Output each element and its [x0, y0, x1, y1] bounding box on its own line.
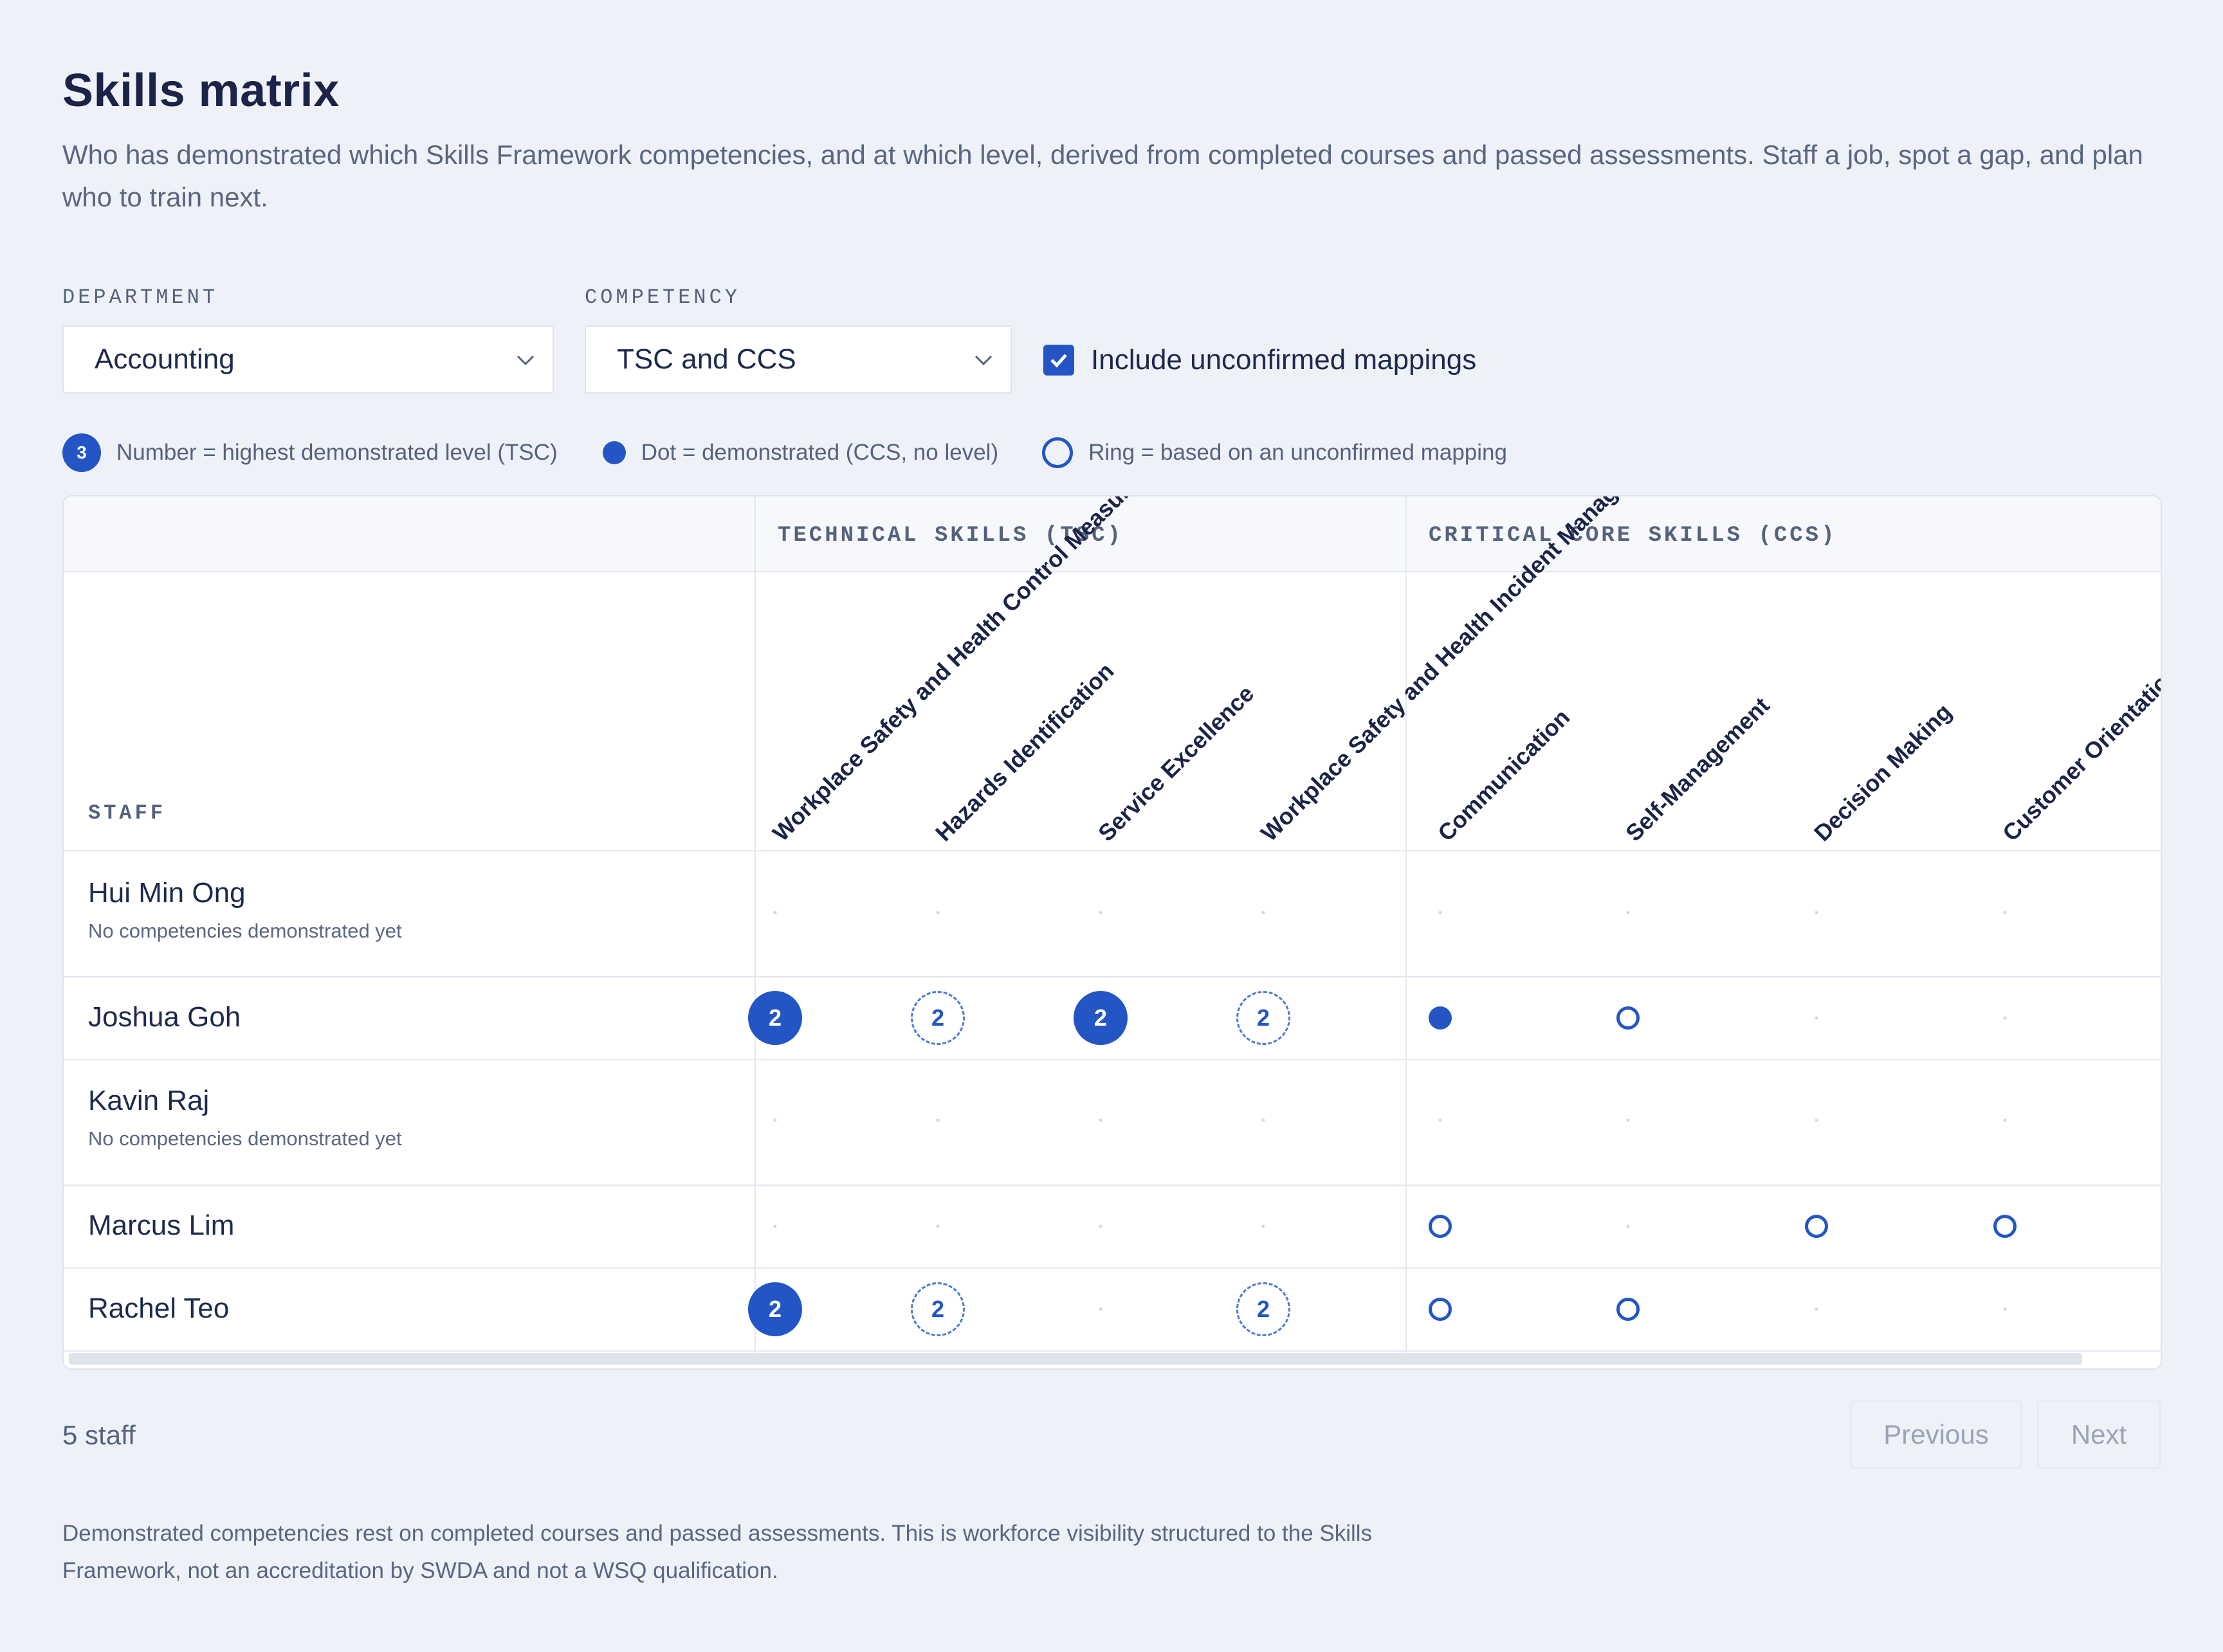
legend-ring-text: Ring = based on an unconfirmed mapping: [1088, 440, 1507, 465]
empty-marker: [773, 1118, 777, 1122]
include-unconfirmed-label: Include unconfirmed mappings: [1091, 344, 1477, 376]
empty-marker: [1626, 911, 1630, 914]
empty-marker: [1626, 1224, 1630, 1228]
competency-header[interactable]: Customer Orientation: [1997, 659, 2161, 846]
empty-marker: [936, 911, 940, 914]
legend-number: 3 Number = highest demonstrated level (T…: [62, 433, 558, 472]
empty-marker: [1099, 1307, 1102, 1311]
staff-status-note: No competencies demonstrated yet: [88, 1127, 402, 1150]
row-divider: [64, 850, 2161, 851]
level-badge: 2: [748, 1282, 802, 1336]
page-title: Skills matrix: [62, 65, 340, 116]
ccs-group-header: CRITICAL CORE SKILLS (CCS): [1429, 523, 1837, 548]
unconfirmed-level-badge: 2: [1236, 1282, 1290, 1336]
footnote: Demonstrated competencies rest on comple…: [62, 1521, 1373, 1583]
empty-marker: [773, 1224, 777, 1228]
row-divider: [64, 1267, 2161, 1269]
staff-row[interactable]: Rachel Teo 2 2 2: [64, 1267, 2161, 1350]
staff-name: Rachel Teo: [88, 1292, 230, 1324]
unconfirmed-ring-icon: [1805, 1214, 1828, 1238]
include-unconfirmed-checkbox[interactable]: [1043, 345, 1074, 376]
staff-name: Marcus Lim: [88, 1209, 235, 1241]
legend-number-text: Number = highest demonstrated level (TSC…: [116, 440, 558, 465]
page-description: Who has demonstrated which Skills Framew…: [62, 140, 2143, 212]
unconfirmed-level-badge: 2: [911, 1282, 965, 1336]
staff-name: Hui Min Ong: [88, 877, 246, 909]
empty-marker: [2003, 1307, 2007, 1311]
check-icon: [1050, 354, 1067, 368]
legend: 3 Number = highest demonstrated level (T…: [62, 433, 1507, 472]
chevron-down-icon: [974, 355, 993, 366]
previous-button[interactable]: Previous: [1851, 1401, 2022, 1469]
empty-marker: [2003, 911, 2007, 914]
empty-marker: [1099, 1118, 1102, 1122]
level-badge: 2: [748, 990, 802, 1045]
staff-row[interactable]: Marcus Lim: [64, 1185, 2161, 1267]
empty-marker: [1261, 1118, 1265, 1122]
competency-header[interactable]: Self-Management: [1620, 692, 1775, 846]
department-label: DEPARTMENT: [62, 286, 219, 309]
competency-header[interactable]: Communication: [1432, 704, 1575, 847]
unconfirmed-ring-icon: [1616, 1006, 1640, 1030]
department-value: Accounting: [95, 343, 235, 375]
unconfirmed-level-badge: 2: [1236, 990, 1290, 1045]
competency-header[interactable]: Decision Making: [1809, 698, 1957, 847]
empty-marker: [2003, 1118, 2007, 1122]
department-select[interactable]: Accounting: [62, 325, 554, 394]
next-button[interactable]: Next: [2037, 1401, 2161, 1469]
empty-marker: [936, 1118, 940, 1122]
competency-label: COMPETENCY: [585, 286, 741, 309]
row-divider: [64, 1059, 2161, 1060]
staff-count: 5 staff: [62, 1420, 136, 1450]
skills-matrix-table: TECHNICAL SKILLS (TSC) CRITICAL CORE SKI…: [62, 495, 2162, 1370]
competency-header[interactable]: Hazards Identification: [930, 657, 1119, 846]
competency-header[interactable]: Service Excellence: [1093, 680, 1259, 847]
empty-marker: [2003, 1016, 2007, 1019]
row-divider: [64, 976, 2161, 977]
unconfirmed-level-badge: 2: [911, 990, 965, 1045]
legend-number-badge: 3: [62, 433, 101, 472]
empty-marker: [1261, 911, 1265, 914]
staff-status-note: No competencies demonstrated yet: [88, 920, 402, 942]
empty-marker: [1438, 1118, 1442, 1122]
empty-marker: [936, 1224, 940, 1228]
chevron-down-icon: [517, 355, 535, 366]
legend-ring: Ring = based on an unconfirmed mapping: [1042, 437, 1507, 468]
filled-dot-icon: [602, 441, 626, 464]
empty-marker: [1815, 1307, 1818, 1311]
staff-row[interactable]: Hui Min Ong No competencies demonstrated …: [64, 851, 2161, 976]
horizontal-scrollbar[interactable]: [69, 1353, 2082, 1365]
empty-marker: [1815, 1118, 1818, 1122]
unconfirmed-ring-icon: [1993, 1214, 2017, 1238]
level-badge: 2: [1074, 990, 1128, 1045]
empty-marker: [1099, 1224, 1102, 1228]
empty-marker: [1438, 911, 1442, 914]
empty-marker: [1626, 1118, 1630, 1122]
include-unconfirmed-toggle[interactable]: Include unconfirmed mappings: [1043, 342, 1476, 378]
row-divider: [64, 1350, 2161, 1352]
unconfirmed-ring-icon: [1429, 1297, 1452, 1321]
staff-name: Joshua Goh: [88, 1001, 241, 1033]
unconfirmed-ring-icon: [1616, 1297, 1640, 1321]
staff-row[interactable]: Kavin Raj No competencies demonstrated ye…: [64, 1059, 2161, 1185]
empty-marker: [1815, 1016, 1818, 1019]
empty-marker: [1815, 911, 1818, 914]
competency-select[interactable]: TSC and CCS: [585, 325, 1012, 394]
ring-icon: [1042, 437, 1074, 468]
competency-value: TSC and CCS: [617, 343, 796, 375]
legend-dot-text: Dot = demonstrated (CCS, no level): [641, 440, 999, 465]
demonstrated-dot-icon: [1429, 1006, 1452, 1030]
staff-column-header: STAFF: [88, 801, 167, 825]
staff-name: Kavin Raj: [88, 1085, 210, 1116]
row-divider: [64, 1185, 2161, 1186]
empty-marker: [1261, 1224, 1265, 1228]
staff-row[interactable]: Joshua Goh 2 2 2 2: [64, 976, 2161, 1059]
legend-dot: Dot = demonstrated (CCS, no level): [602, 440, 999, 466]
unconfirmed-ring-icon: [1429, 1214, 1452, 1238]
empty-marker: [773, 911, 777, 914]
empty-marker: [1099, 911, 1102, 914]
